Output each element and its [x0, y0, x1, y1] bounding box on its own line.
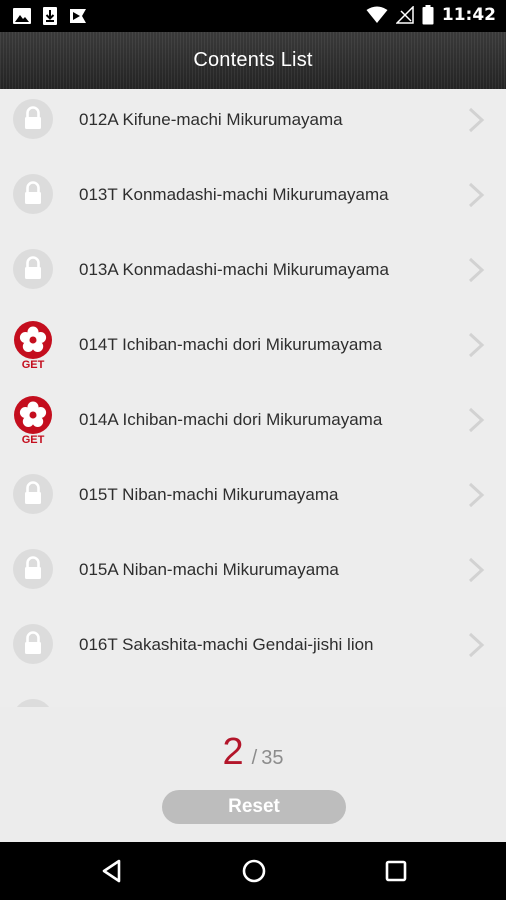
recents-icon[interactable]	[381, 856, 411, 886]
lock-icon	[13, 99, 53, 139]
get-badge-icon: GET	[14, 396, 52, 444]
lock-icon	[17, 699, 49, 707]
list-item-label: 016T Sakashita-machi Gendai-jishi lion	[79, 635, 374, 654]
list-item[interactable]: 015A Niban-machi Mikurumayama	[0, 532, 506, 608]
count-separator: /	[251, 747, 258, 769]
list-item-label: 015T Niban-machi Mikurumayama	[79, 485, 339, 504]
image-icon	[13, 8, 31, 24]
lock-icon	[13, 549, 53, 589]
chevron-right-icon	[468, 257, 485, 283]
navigation-bar	[0, 842, 506, 900]
home-icon[interactable]	[239, 856, 269, 886]
battery-icon	[422, 5, 434, 25]
wifi-icon	[366, 6, 388, 23]
contents-list[interactable]: 012A Kifune-machi Mikurumayama 013T Konm…	[0, 89, 506, 707]
list-item[interactable]: 013A Konmadashi-machi Mikurumayama	[0, 232, 506, 308]
collected-count: 2	[222, 731, 244, 773]
title-bar: Contents List	[0, 32, 506, 90]
list-item[interactable]: 013T Konmadashi-machi Mikurumayama	[0, 157, 506, 233]
list-item-label: 013T Konmadashi-machi Mikurumayama	[79, 185, 389, 204]
lock-icon	[13, 249, 53, 289]
list-item[interactable]: GET 014A Ichiban-machi dori Mikurumayama	[0, 382, 506, 458]
get-badge-label: GET	[22, 359, 45, 369]
lock-icon	[13, 624, 53, 664]
no-signal-icon	[395, 6, 414, 24]
list-item[interactable]: 015T Niban-machi Mikurumayama	[0, 457, 506, 533]
get-badge-icon: GET	[14, 321, 52, 369]
list-item-label: 014A Ichiban-machi dori Mikurumayama	[79, 410, 383, 429]
status-bar: 11:42	[0, 0, 506, 32]
download-icon	[43, 7, 57, 25]
back-icon[interactable]	[97, 856, 127, 886]
footer: 2 /35 Reset	[0, 707, 506, 842]
chevron-right-icon	[468, 632, 485, 658]
get-badge-label: GET	[22, 434, 45, 444]
chevron-right-icon	[468, 332, 485, 358]
list-item-label: 015A Niban-machi Mikurumayama	[79, 560, 339, 579]
chevron-right-icon	[468, 182, 485, 208]
list-item[interactable]: GET 014T Ichiban-machi dori Mikurumayama	[0, 307, 506, 383]
list-item[interactable]	[0, 682, 506, 707]
chevron-right-icon	[468, 107, 485, 133]
chevron-right-icon	[468, 482, 485, 508]
list-item[interactable]: 012A Kifune-machi Mikurumayama	[0, 89, 506, 158]
list-item-label: 012A Kifune-machi Mikurumayama	[79, 110, 343, 129]
page-title: Contents List	[193, 49, 313, 71]
collection-counter: 2 /35	[0, 731, 506, 774]
chevron-right-icon	[468, 407, 485, 433]
clock: 11:42	[441, 5, 496, 25]
lock-icon	[13, 474, 53, 514]
reset-button[interactable]: Reset	[162, 790, 346, 824]
play-store-icon	[70, 9, 86, 23]
chevron-right-icon	[468, 557, 485, 583]
list-item-label: 013A Konmadashi-machi Mikurumayama	[79, 260, 389, 279]
lock-icon	[13, 174, 53, 214]
list-item-label: 014T Ichiban-machi dori Mikurumayama	[79, 335, 382, 354]
list-item[interactable]: 016T Sakashita-machi Gendai-jishi lion	[0, 607, 506, 683]
total-count: 35	[261, 747, 284, 769]
